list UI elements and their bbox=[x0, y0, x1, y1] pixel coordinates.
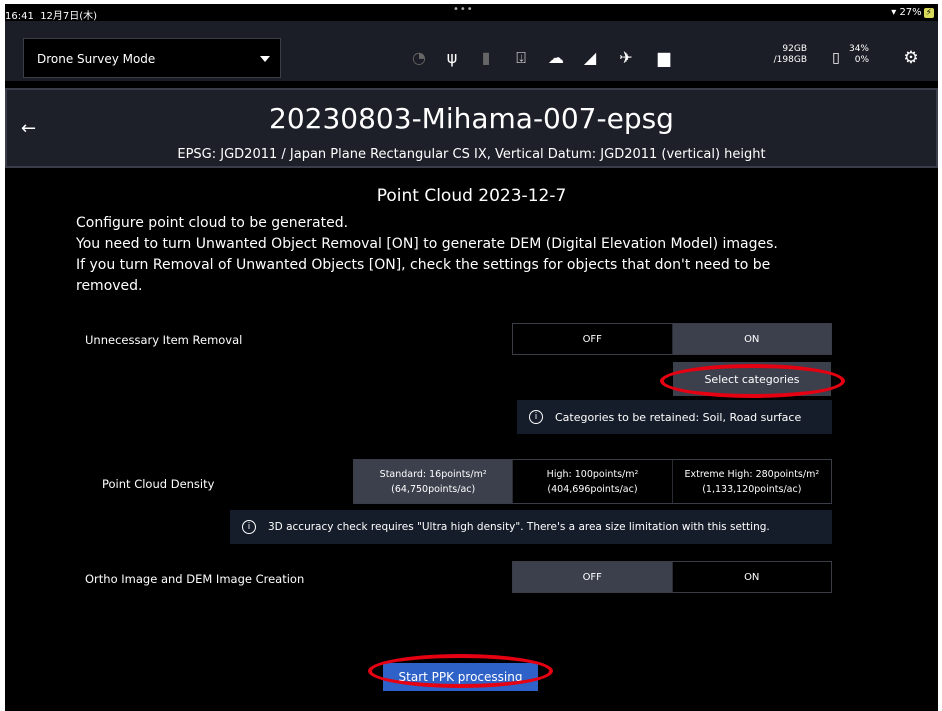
app-frame: 16:41 12月7日(木) ••• ▾ 27% ⚡ Drone Survey M… bbox=[5, 4, 938, 711]
density-option-line1: Extreme High: 280points/m² bbox=[684, 468, 820, 480]
system-status-bar: 16:41 12月7日(木) ••• ▾ 27% ⚡ bbox=[5, 4, 938, 22]
folder-icon[interactable]: ▆ bbox=[653, 49, 675, 67]
density-option-line2: (1,133,120points/ac) bbox=[702, 483, 802, 495]
mode-dropdown[interactable]: Drone Survey Mode bbox=[23, 38, 281, 78]
removal-toggle: OFF ON bbox=[512, 323, 832, 355]
description: Configure point cloud to be generated. Y… bbox=[76, 213, 856, 297]
storage-readout: 92GB /198GB bbox=[773, 44, 807, 65]
density-high-option[interactable]: High: 100points/m² (404,696points/ac) bbox=[512, 460, 672, 503]
density-extreme-option[interactable]: Extreme High: 280points/m² (1,133,120poi… bbox=[671, 460, 831, 503]
sd-card-icon[interactable]: ▮ bbox=[475, 49, 497, 67]
density-option-line1: Standard: 16points/m² bbox=[379, 468, 487, 480]
clock-icon[interactable]: ◔ bbox=[408, 49, 430, 67]
retained-categories-info: i Categories to be retained: Soil, Road … bbox=[517, 400, 832, 434]
density-info: i 3D accuracy check requires "Ultra high… bbox=[230, 510, 832, 544]
ortho-off-option[interactable]: OFF bbox=[513, 562, 672, 592]
signal-icon[interactable]: ◢ bbox=[579, 49, 601, 67]
density-option-line2: (404,696points/ac) bbox=[547, 483, 638, 495]
ortho-label: Ortho Image and DEM Image Creation bbox=[85, 572, 305, 586]
status-battery: ▾ 27% ⚡ bbox=[891, 7, 934, 18]
gear-icon[interactable]: ⚙ bbox=[900, 49, 922, 67]
section-title: Point Cloud 2023-12-7 bbox=[376, 186, 567, 206]
density-option-line2: (64,750points/ac) bbox=[391, 483, 476, 495]
density-label: Point Cloud Density bbox=[102, 477, 215, 491]
ortho-toggle: OFF ON bbox=[512, 561, 832, 593]
info-icon: i bbox=[242, 520, 256, 534]
description-line: You need to turn Unwanted Object Removal… bbox=[76, 236, 778, 252]
project-title: 20230803-Mihama-007-epsg bbox=[269, 102, 674, 135]
download-icon[interactable]: ⍗ bbox=[510, 49, 532, 67]
start-ppk-button[interactable]: Start PPK processing bbox=[383, 663, 538, 691]
description-line: Configure point cloud to be generated. bbox=[76, 215, 349, 231]
battery-icon: ⚡ bbox=[923, 8, 934, 18]
project-crs: EPSG: JGD2011 / Japan Plane Rectangular … bbox=[177, 147, 766, 162]
status-time: 16:41 12月7日(木) bbox=[5, 11, 98, 22]
usb-icon[interactable]: ψ bbox=[441, 49, 463, 67]
ortho-on-option[interactable]: ON bbox=[671, 562, 831, 592]
cloud-icon[interactable]: ☁ bbox=[545, 49, 567, 67]
chevron-down-icon bbox=[260, 56, 270, 62]
density-option-line1: High: 100points/m² bbox=[546, 468, 639, 480]
density-info-text: 3D accuracy check requires "Ultra high d… bbox=[268, 521, 770, 533]
select-categories-button[interactable]: Select categories bbox=[673, 362, 831, 396]
project-header: ← 20230803-Mihama-007-epsg EPSG: JGD2011… bbox=[5, 88, 938, 168]
description-line: If you turn Removal of Unwanted Objects … bbox=[76, 257, 771, 273]
info-icon: i bbox=[529, 410, 543, 424]
removal-on-option[interactable]: ON bbox=[671, 324, 831, 354]
top-toolbar: Drone Survey Mode ◔ ψ ▮ ⍗ ☁ ◢ ✈ ▆ 92GB /… bbox=[5, 21, 938, 81]
battery-icon: ▯ bbox=[832, 50, 840, 66]
description-line: removed. bbox=[76, 278, 143, 294]
multitask-dots: ••• bbox=[453, 4, 474, 15]
battery-readout: 34% 0% bbox=[848, 44, 869, 65]
mode-dropdown-label: Drone Survey Mode bbox=[37, 52, 156, 66]
density-selector: Standard: 16points/m² (64,750points/ac) … bbox=[353, 459, 832, 504]
removal-off-option[interactable]: OFF bbox=[513, 324, 672, 354]
density-standard-option[interactable]: Standard: 16points/m² (64,750points/ac) bbox=[354, 460, 513, 503]
retained-categories-text: Categories to be retained: Soil, Road su… bbox=[555, 410, 802, 424]
removal-label: Unnecessary Item Removal bbox=[85, 333, 243, 347]
satellite-icon[interactable]: ✈ bbox=[615, 49, 637, 67]
